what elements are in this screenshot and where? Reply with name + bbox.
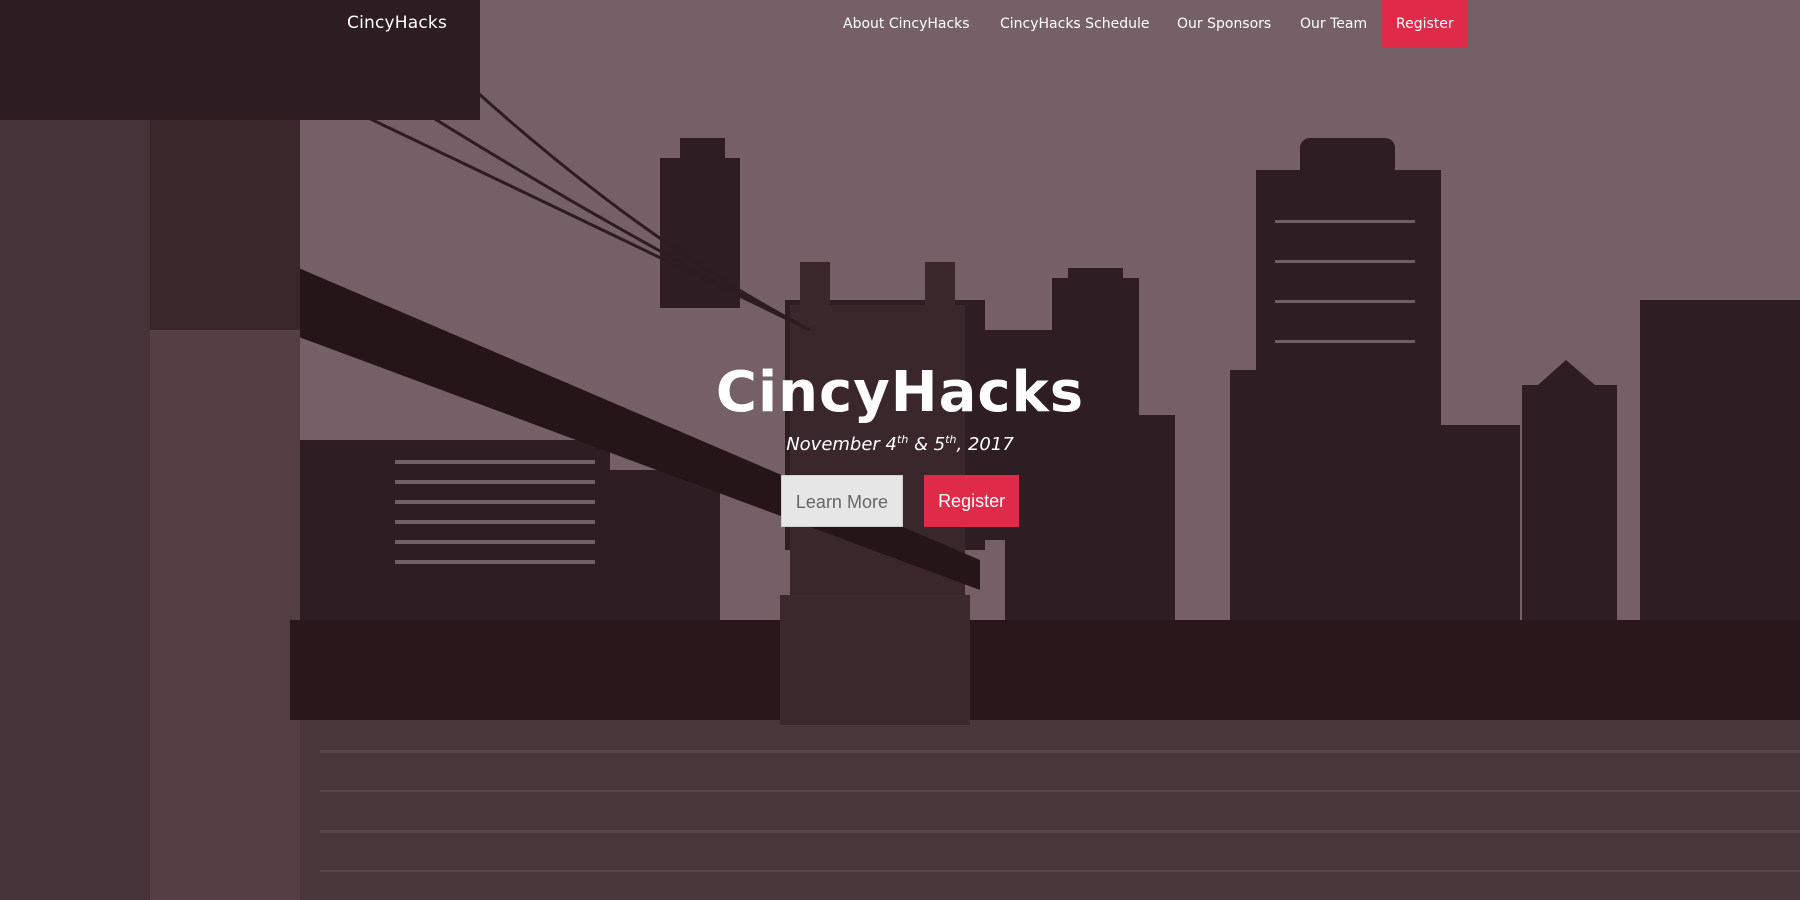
hero-title: CincyHacks	[715, 360, 1085, 425]
nav-about[interactable]: About CincyHacks	[843, 0, 970, 48]
nav-team[interactable]: Our Team	[1300, 0, 1367, 48]
nav-schedule[interactable]: CincyHacks Schedule	[1000, 0, 1150, 48]
brand-link[interactable]: CincyHacks	[347, 13, 447, 33]
top-navbar: CincyHacks About CincyHacks CincyHacks S…	[0, 0, 1800, 48]
nav-register-button[interactable]: Register	[1382, 0, 1468, 48]
nav-sponsors[interactable]: Our Sponsors	[1177, 0, 1271, 48]
event-date: November 4th & 5th, 2017	[786, 433, 1014, 455]
hero-section: CincyHacks About CincyHacks CincyHacks S…	[0, 0, 1800, 900]
hero-buttons: Learn More Register	[0, 475, 1800, 527]
register-button[interactable]: Register	[924, 475, 1020, 527]
learn-more-button[interactable]: Learn More	[780, 475, 903, 527]
hero-content: CincyHacks November 4th & 5th, 2017 Lear…	[0, 360, 1800, 527]
